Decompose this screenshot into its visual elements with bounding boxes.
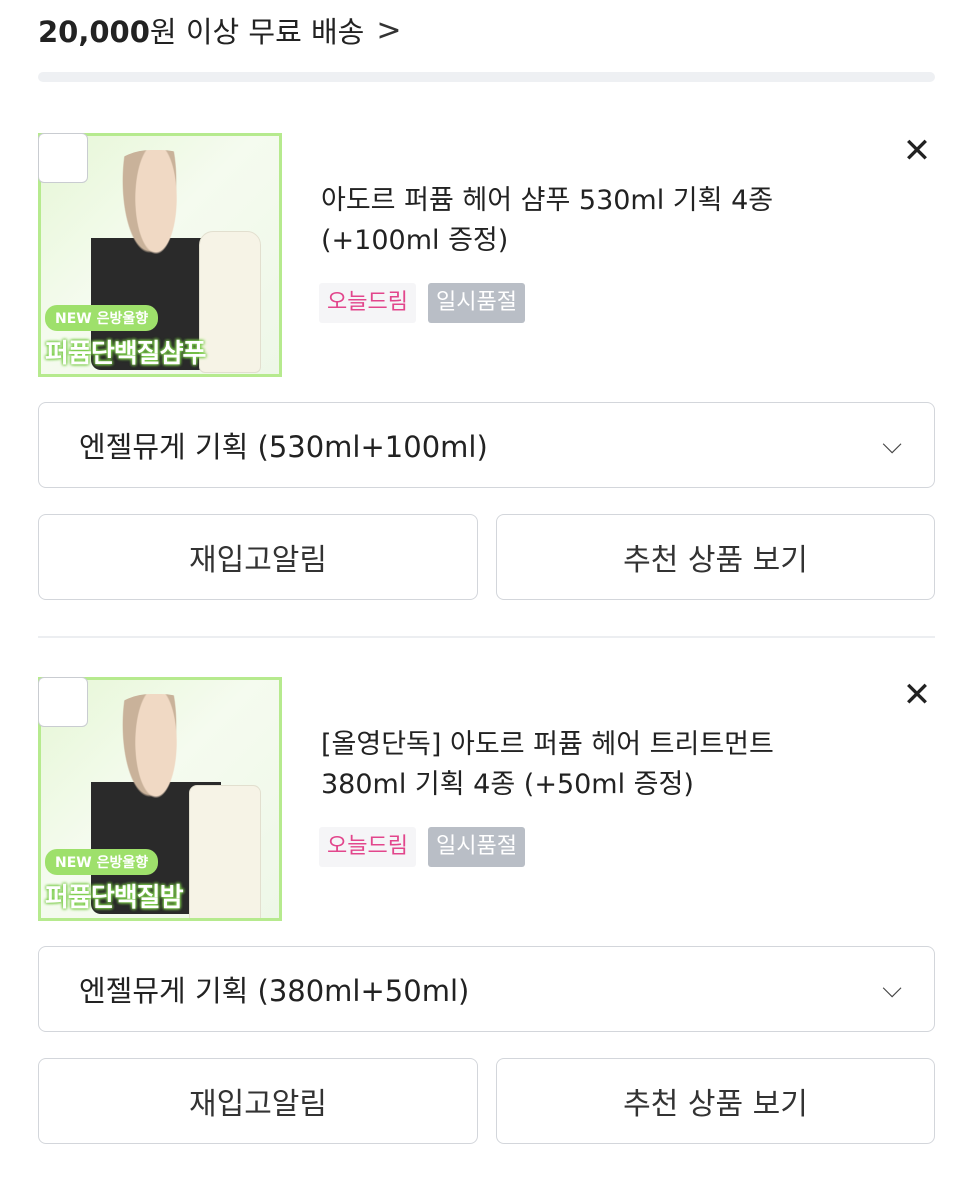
item-divider (38, 636, 935, 638)
product-title[interactable]: [올영단독] 아도르 퍼퓸 헤어 트리트먼트 380ml 기획 4종 (+50m… (321, 725, 881, 805)
select-checkbox[interactable] (38, 133, 88, 183)
promo-title: 퍼퓸단백질샴푸 (45, 339, 206, 369)
promo-title: 퍼퓸단백질밤 (45, 883, 184, 913)
shipping-text: 원 이상 무료 배송 (149, 15, 365, 49)
product-title[interactable]: 아도르 퍼퓸 헤어 샴푸 530ml 기획 4종 (+100ml 증정) (321, 181, 881, 261)
shipping-amount: 20,000 (38, 15, 150, 49)
section-divider (38, 72, 935, 82)
select-checkbox[interactable] (38, 677, 88, 727)
badge-group: 오늘드림 일시품절 (319, 827, 525, 867)
option-select-value: 엔젤뮤게 기획 (380ml+50ml) (79, 974, 470, 1008)
product-title-line1: 아도르 퍼퓸 헤어 샴푸 530ml 기획 4종 (321, 185, 774, 216)
close-icon[interactable]: ✕ (899, 133, 935, 169)
product-title-line2: 380ml 기획 4종 (+50ml 증정) (321, 769, 694, 800)
promo-new-label: NEW 은방울향 (45, 849, 159, 875)
badge-group: 오늘드림 일시품절 (319, 283, 525, 323)
today-delivery-badge: 오늘드림 (319, 827, 416, 867)
option-select[interactable]: 엔젤뮤게 기획 (530ml+100ml) ⌵ (38, 402, 935, 488)
recommend-products-button[interactable]: 추천 상품 보기 (496, 1058, 935, 1144)
soldout-badge: 일시품절 (427, 827, 525, 867)
chevron-down-icon: ⌵ (882, 973, 902, 1004)
product-title-line2: (+100ml 증정) (321, 225, 509, 256)
option-select[interactable]: 엔젤뮤게 기획 (380ml+50ml) ⌵ (38, 946, 935, 1032)
restock-alert-button[interactable]: 재입고알림 (38, 1058, 478, 1144)
chevron-down-icon: ⌵ (882, 429, 902, 460)
promo-new-label: NEW 은방울향 (45, 305, 159, 331)
product-tube (189, 785, 261, 918)
recommend-products-button[interactable]: 추천 상품 보기 (496, 514, 935, 600)
promo-text: NEW 은방울향 퍼퓸단백질밤 (45, 849, 184, 914)
promo-text: NEW 은방울향 퍼퓸단백질샴푸 (45, 305, 206, 370)
restock-alert-button[interactable]: 재입고알림 (38, 514, 478, 600)
close-icon[interactable]: ✕ (899, 677, 935, 713)
today-delivery-badge: 오늘드림 (319, 283, 416, 323)
product-bottle (199, 231, 261, 373)
option-select-value: 엔젤뮤게 기획 (530ml+100ml) (79, 430, 488, 464)
product-title-line1: [올영단독] 아도르 퍼퓸 헤어 트리트먼트 (321, 729, 774, 760)
free-shipping-link[interactable]: 20,000원 이상 무료 배송 > (38, 10, 401, 50)
soldout-badge: 일시품절 (427, 283, 525, 323)
chevron-right-icon: > (376, 12, 402, 48)
shipping-threshold: 20,000원 이상 무료 배송 (38, 9, 364, 51)
